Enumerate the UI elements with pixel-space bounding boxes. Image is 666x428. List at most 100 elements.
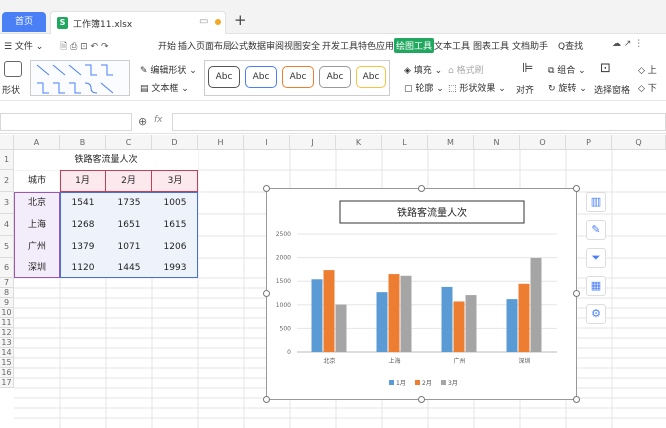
- menu-item-text-tools[interactable]: 文本工具: [434, 39, 470, 52]
- header-cell-city[interactable]: 城市: [14, 170, 60, 192]
- menu-item-data[interactable]: 数据: [248, 39, 266, 52]
- resize-handle-tc[interactable]: [418, 185, 425, 192]
- row-header-13[interactable]: 13: [0, 338, 14, 348]
- resize-handle-bc[interactable]: [418, 396, 425, 403]
- city-cell[interactable]: 深圳: [14, 258, 60, 278]
- col-header-k[interactable]: K: [336, 135, 382, 150]
- chart-settings-icon[interactable]: ⚙: [586, 304, 606, 324]
- col-header-h[interactable]: H: [198, 135, 244, 150]
- menu-item-review[interactable]: 审阅: [266, 39, 284, 52]
- search-button[interactable]: Q查找: [558, 39, 583, 52]
- value-cell[interactable]: 1379: [60, 236, 106, 258]
- shape-gallery[interactable]: [30, 60, 130, 96]
- quick-access-icons[interactable]: 🗎 ⎙ ⊡ ↶ ↷: [60, 39, 109, 55]
- city-cell[interactable]: 广州: [14, 236, 60, 258]
- row-header-15[interactable]: 15: [0, 358, 14, 368]
- resize-handle-tl[interactable]: [263, 185, 270, 192]
- value-cell[interactable]: 1071: [106, 236, 152, 258]
- rotate-button[interactable]: ↻ 旋转 ⌄: [548, 81, 587, 94]
- city-cell[interactable]: 上海: [14, 214, 60, 236]
- formula-input[interactable]: [172, 113, 666, 131]
- tab-file[interactable]: S 工作簿11.xlsx ▭: [50, 11, 226, 34]
- value-cell[interactable]: 1615: [152, 214, 198, 236]
- menu-item-start[interactable]: 开始: [158, 39, 176, 52]
- col-header-q[interactable]: Q: [612, 135, 666, 150]
- col-header-c[interactable]: C: [106, 135, 152, 150]
- menu-item-doc-helper[interactable]: 文档助手: [512, 39, 548, 52]
- value-cell[interactable]: 1206: [152, 236, 198, 258]
- shape-label[interactable]: 形状: [2, 83, 20, 96]
- row-header-14[interactable]: 14: [0, 348, 14, 358]
- menu-item-drawing-tools[interactable]: 绘图工具: [394, 38, 435, 53]
- row-header-6[interactable]: 6: [0, 258, 14, 278]
- col-header-m[interactable]: M: [428, 135, 474, 150]
- menu-item-view[interactable]: 视图: [284, 39, 302, 52]
- col-header-i[interactable]: I: [244, 135, 290, 150]
- share-icons[interactable]: ☁ ↗ ⋮: [612, 39, 643, 49]
- menu-file[interactable]: ☰ 文件 ⌄: [4, 39, 43, 52]
- menu-item-security[interactable]: 安全: [302, 39, 320, 52]
- text-box-button[interactable]: ▤ 文本框 ⌄: [140, 81, 189, 94]
- menu-item-insert[interactable]: 插入: [178, 39, 196, 52]
- header-cell-mar[interactable]: 3月: [152, 170, 198, 192]
- select-pane-icon[interactable]: ⊡: [600, 61, 611, 76]
- header-cell-jan[interactable]: 1月: [60, 170, 106, 192]
- tab-home[interactable]: 首页: [2, 12, 46, 32]
- align-button[interactable]: 对齐: [516, 83, 534, 96]
- row-header-12[interactable]: 12: [0, 328, 14, 338]
- menu-item-page-layout[interactable]: 页面布局: [196, 39, 232, 52]
- value-cell[interactable]: 1005: [152, 192, 198, 214]
- menu-item-formula[interactable]: 公式: [230, 39, 248, 52]
- chart-style-icon[interactable]: ✎: [586, 220, 606, 240]
- value-cell[interactable]: 1993: [152, 258, 198, 278]
- value-cell[interactable]: 1541: [60, 192, 106, 214]
- table-title[interactable]: 铁路客流量人次: [14, 150, 198, 170]
- select-pane-button[interactable]: 选择窗格: [594, 83, 630, 96]
- table-row[interactable]: 深圳 1120 1445 1993: [14, 258, 198, 278]
- format-brush-button[interactable]: ⌂ 格式刷: [448, 63, 484, 76]
- col-header-a[interactable]: A: [14, 135, 60, 150]
- shape-effects-button[interactable]: ⬚ 形状效果 ⌄: [448, 81, 506, 94]
- style-sample-4[interactable]: Abc: [319, 66, 351, 88]
- row-header-2[interactable]: 2: [0, 170, 14, 192]
- value-cell[interactable]: 1735: [106, 192, 152, 214]
- chart-filter-icon[interactable]: ⏷: [586, 248, 606, 268]
- bring-forward-button[interactable]: ◇ 上: [638, 63, 657, 76]
- chart-type-icon[interactable]: ▦: [586, 276, 606, 296]
- shape-icon[interactable]: [4, 61, 22, 77]
- col-header-p[interactable]: P: [566, 135, 612, 150]
- style-sample-3[interactable]: Abc: [282, 66, 314, 88]
- row-header-10[interactable]: 10: [0, 308, 14, 318]
- resize-handle-mr[interactable]: [573, 290, 580, 297]
- style-sample-5[interactable]: Abc: [356, 66, 386, 88]
- send-backward-button[interactable]: ◇ 下: [638, 81, 657, 94]
- fill-button[interactable]: ◈ 填充 ⌄: [404, 63, 442, 76]
- row-header-16[interactable]: 16: [0, 368, 14, 378]
- row-header-4[interactable]: 4: [0, 214, 14, 236]
- menu-item-developer[interactable]: 开发工具: [322, 39, 358, 52]
- edit-shape-button[interactable]: ✎ 编辑形状 ⌄: [140, 63, 197, 76]
- table-row[interactable]: 广州 1379 1071 1206: [14, 236, 198, 258]
- value-cell[interactable]: 1268: [60, 214, 106, 236]
- spreadsheet-grid[interactable]: A B C D H I J K L M N O P Q 1 2 3 4 5 6 …: [0, 135, 666, 428]
- col-header-l[interactable]: L: [382, 135, 428, 150]
- row-header-9[interactable]: 9: [0, 298, 14, 308]
- col-header-d[interactable]: D: [152, 135, 198, 150]
- col-header-b[interactable]: B: [60, 135, 106, 150]
- row-header-11[interactable]: 11: [0, 318, 14, 328]
- resize-handle-ml[interactable]: [263, 290, 270, 297]
- style-sample-2[interactable]: Abc: [245, 66, 277, 88]
- table-row[interactable]: 上海 1268 1651 1615: [14, 214, 198, 236]
- header-cell-feb[interactable]: 2月: [106, 170, 152, 192]
- row-header-8[interactable]: 8: [0, 288, 14, 298]
- col-header-n[interactable]: N: [474, 135, 520, 150]
- row-header-1[interactable]: 1: [0, 150, 14, 170]
- group-button[interactable]: ⧉ 组合 ⌄: [548, 63, 586, 76]
- resize-handle-tr[interactable]: [573, 185, 580, 192]
- menu-item-features[interactable]: 特色应用: [358, 39, 394, 52]
- chart-elements-icon[interactable]: ▥: [586, 192, 606, 212]
- resize-handle-br[interactable]: [573, 396, 580, 403]
- new-tab-button[interactable]: +: [234, 11, 247, 29]
- fx-icon[interactable]: fx: [154, 115, 163, 125]
- monitor-icon[interactable]: ▭: [199, 16, 208, 27]
